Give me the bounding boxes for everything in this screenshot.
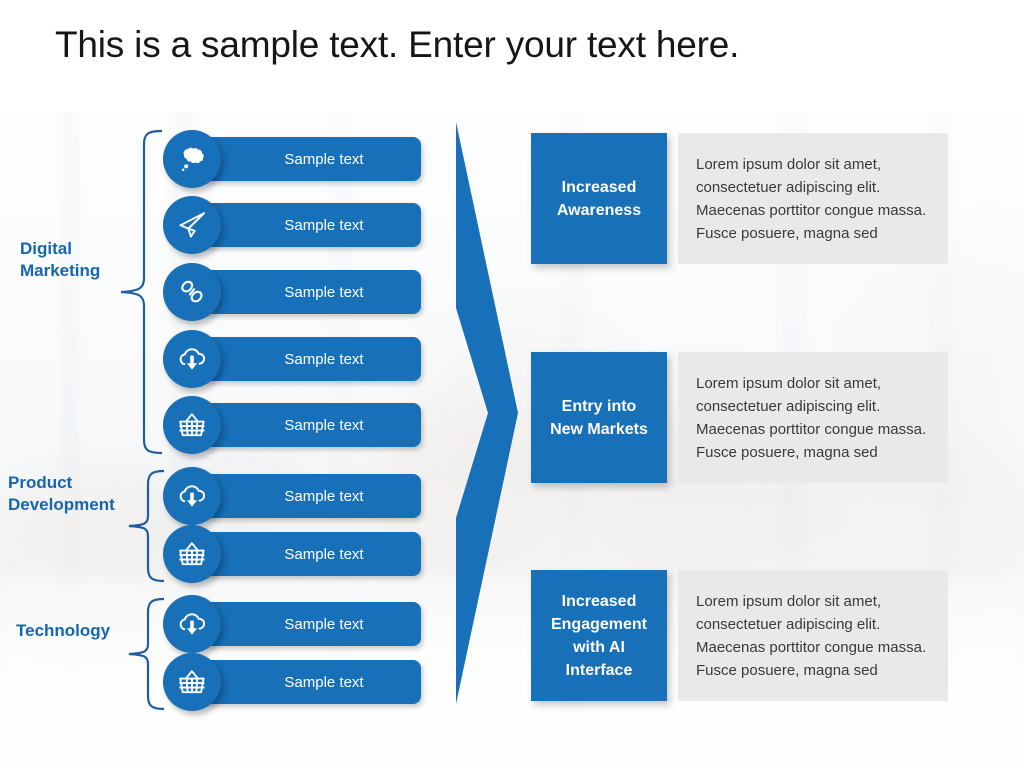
process-row[interactable]: Sample text — [163, 396, 421, 454]
shopping-basket-icon[interactable] — [163, 396, 221, 454]
process-row[interactable]: Sample text — [163, 525, 421, 583]
process-row-label: Sample text — [284, 216, 364, 234]
page-title: This is a sample text. Enter your text h… — [55, 24, 740, 65]
flow-arrow-icon — [456, 122, 518, 704]
outcome-heading-box[interactable]: Entry into New Markets — [531, 352, 667, 483]
process-row-pill[interactable]: Sample text — [205, 137, 421, 181]
process-row-label: Sample text — [284, 673, 364, 691]
process-row[interactable]: Sample text — [163, 196, 421, 254]
cloud-download-icon[interactable] — [163, 467, 221, 525]
outcome-body-text: Lorem ipsum dolor sit amet, consectetuer… — [696, 592, 927, 679]
shopping-basket-icon[interactable] — [163, 525, 221, 583]
outcome-body-box[interactable]: Lorem ipsum dolor sit amet, consectetuer… — [678, 570, 948, 701]
outcome-heading-text: Entry into New Markets — [550, 397, 648, 438]
process-row-label: Sample text — [284, 283, 364, 301]
process-row-pill[interactable]: Sample text — [205, 602, 421, 646]
process-row[interactable]: Sample text — [163, 130, 421, 188]
outcome-heading-text: Increased Awareness — [556, 178, 642, 219]
process-row-label: Sample text — [284, 545, 364, 563]
outcome-heading-text: Increased Engagement with AI Interface — [550, 592, 647, 679]
outcome-heading-box[interactable]: Increased Engagement with AI Interface — [531, 570, 667, 701]
process-row-label: Sample text — [284, 350, 364, 368]
process-row[interactable]: Sample text — [163, 595, 421, 653]
brace-product-development — [128, 469, 165, 583]
process-row-pill[interactable]: Sample text — [205, 532, 421, 576]
process-row-pill[interactable]: Sample text — [205, 660, 421, 704]
brace-digital-marketing — [120, 129, 163, 455]
category-label-digital-marketing: Digital Marketing — [20, 239, 101, 280]
slide-canvas: This is a sample text. Enter your text h… — [0, 0, 1024, 768]
process-row-pill[interactable]: Sample text — [205, 474, 421, 518]
process-row-pill[interactable]: Sample text — [205, 203, 421, 247]
process-row-label: Sample text — [284, 150, 364, 168]
process-row[interactable]: Sample text — [163, 653, 421, 711]
process-row-pill[interactable]: Sample text — [205, 270, 421, 314]
outcome-heading-box[interactable]: Increased Awareness — [531, 133, 667, 264]
brace-technology — [128, 597, 165, 711]
process-row[interactable]: Sample text — [163, 263, 421, 321]
process-row-label: Sample text — [284, 416, 364, 434]
outcome-body-text: Lorem ipsum dolor sit amet, consectetuer… — [696, 155, 927, 242]
process-row-pill[interactable]: Sample text — [205, 337, 421, 381]
chain-link-icon[interactable] — [163, 263, 221, 321]
cloud-download-icon[interactable] — [163, 595, 221, 653]
process-row-label: Sample text — [284, 615, 364, 633]
thought-cloud-icon[interactable] — [163, 130, 221, 188]
outcome-body-box[interactable]: Lorem ipsum dolor sit amet, consectetuer… — [678, 133, 948, 264]
process-row-pill[interactable]: Sample text — [205, 403, 421, 447]
category-label-product-development: Product Development — [8, 473, 115, 514]
cloud-download-icon[interactable] — [163, 330, 221, 388]
shopping-basket-icon[interactable] — [163, 653, 221, 711]
process-row-label: Sample text — [284, 487, 364, 505]
process-row[interactable]: Sample text — [163, 330, 421, 388]
outcome-body-text: Lorem ipsum dolor sit amet, consectetuer… — [696, 374, 927, 461]
paper-plane-icon[interactable] — [163, 196, 221, 254]
outcome-body-box[interactable]: Lorem ipsum dolor sit amet, consectetuer… — [678, 352, 948, 483]
process-row[interactable]: Sample text — [163, 467, 421, 525]
category-label-technology: Technology — [16, 621, 111, 640]
